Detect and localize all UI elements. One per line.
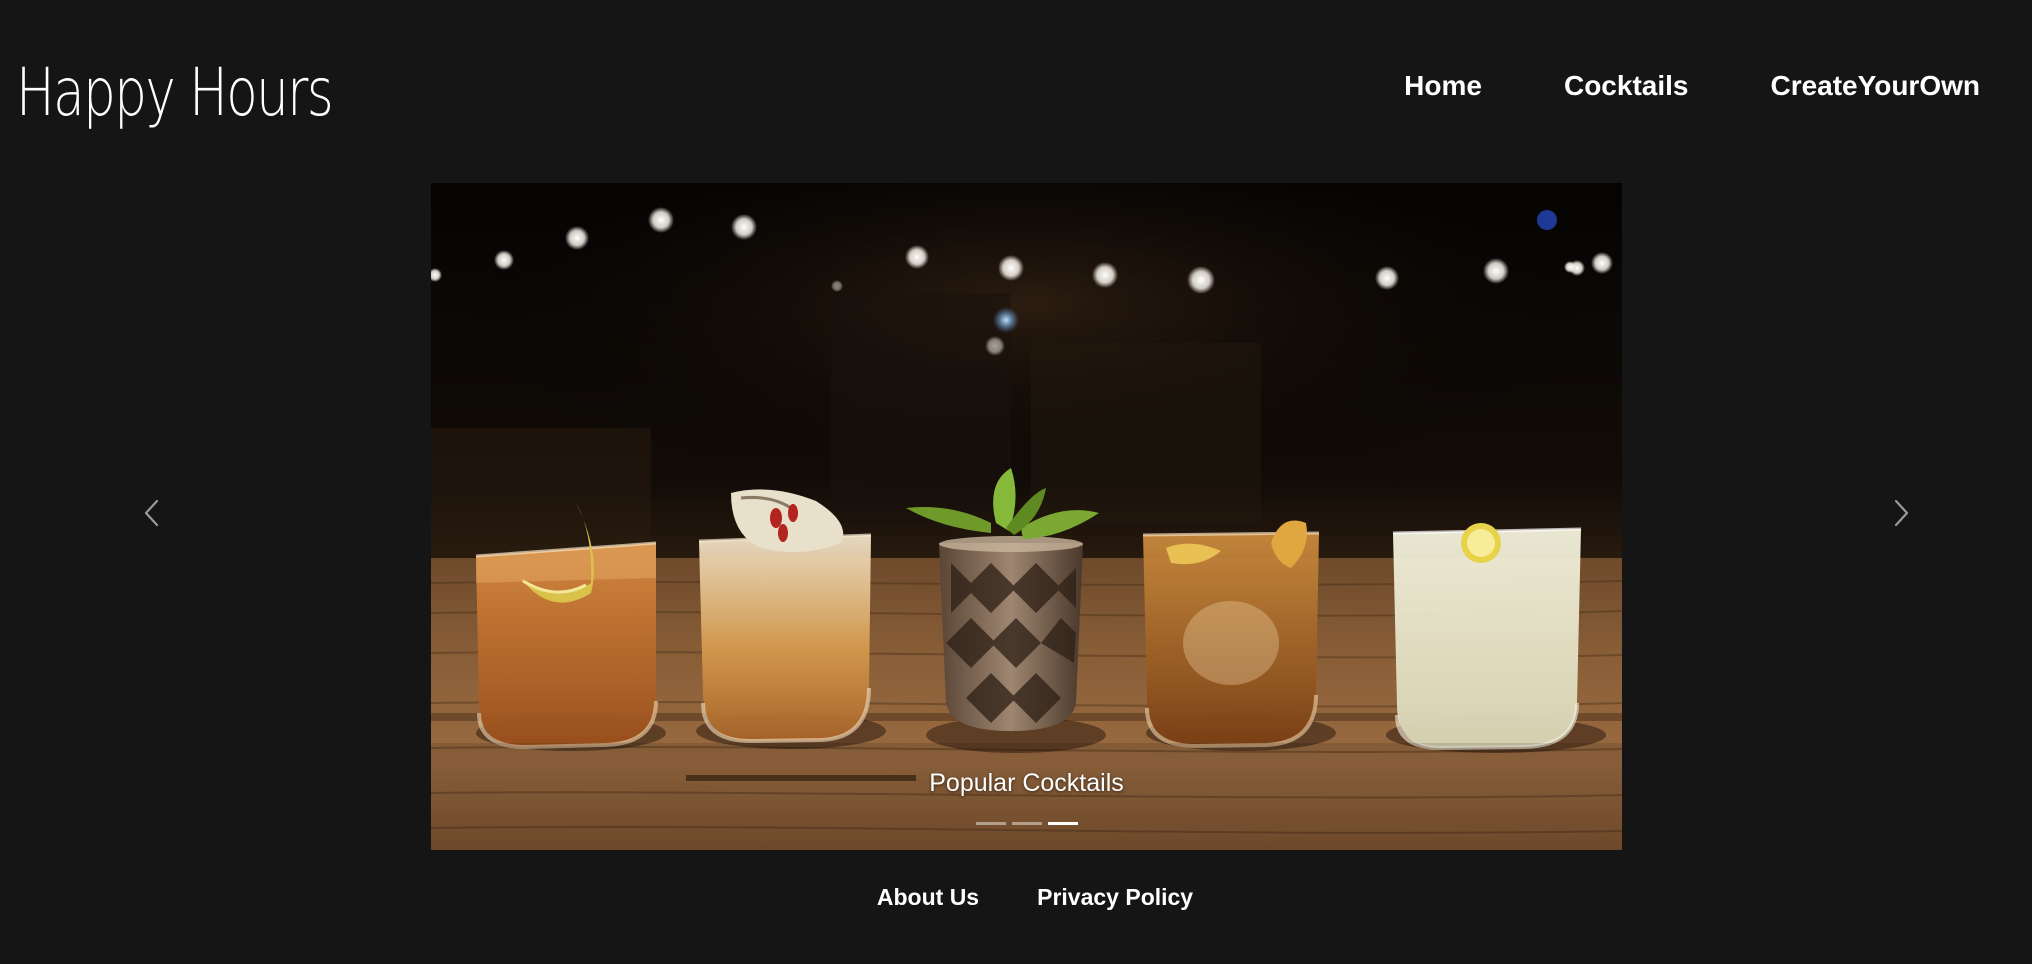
brand-logo[interactable]: Happy Hours: [16, 52, 334, 134]
nav-cocktails-link[interactable]: Cocktails: [1564, 64, 1689, 108]
carousel-indicator-2[interactable]: [1011, 822, 1042, 825]
footer-privacy-policy-link[interactable]: Privacy Policy: [1037, 878, 1193, 918]
carousel-indicator-3[interactable]: [1047, 822, 1078, 825]
nav-create-your-own-link[interactable]: CreateYourOwn: [1770, 64, 1980, 108]
page: Happy Hours Home Cocktails CreateYourOwn: [0, 0, 2032, 964]
main-nav: Home Cocktails CreateYourOwn: [1404, 64, 1980, 108]
footer: About Us Privacy Policy: [0, 878, 2032, 918]
cocktail-glass-4: [1142, 520, 1320, 749]
cocktails-photo: [431, 183, 1622, 850]
carousel-prev-button[interactable]: [122, 483, 182, 543]
footer-about-us-link[interactable]: About Us: [877, 878, 979, 918]
carousel-next-button[interactable]: [1871, 483, 1931, 543]
chevron-left-icon: [144, 499, 159, 527]
nav-home-link[interactable]: Home: [1404, 64, 1482, 108]
carousel-indicators: [431, 822, 1622, 825]
carousel: Popular Cocktails: [0, 183, 2032, 850]
chevron-right-icon: [1894, 499, 1909, 527]
carousel-slide-image: Popular Cocktails: [431, 183, 1622, 850]
cocktail-glass-5: [1392, 523, 1582, 751]
carousel-caption: Popular Cocktails: [929, 769, 1124, 797]
carousel-indicator-1[interactable]: [975, 822, 1006, 825]
header: Happy Hours Home Cocktails CreateYourOwn: [0, 0, 2032, 180]
